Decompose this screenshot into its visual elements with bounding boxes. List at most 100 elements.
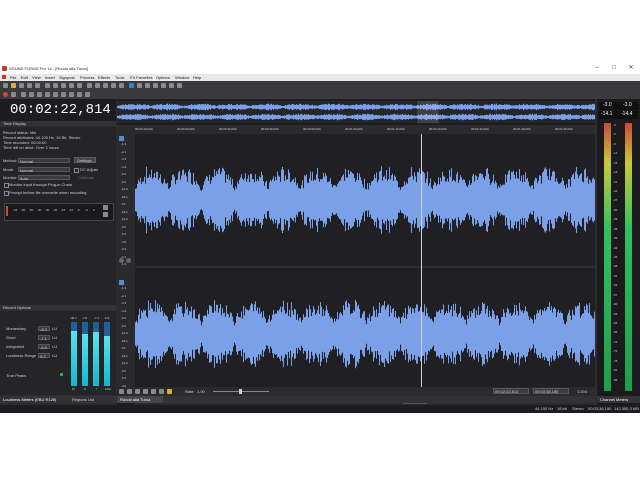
- paste-icon[interactable]: [61, 83, 66, 88]
- wnd-scrub-icon[interactable]: [167, 389, 172, 394]
- playback-cursor[interactable]: [421, 134, 422, 400]
- method-select[interactable]: Normal: [18, 158, 70, 164]
- overview-waveform: [117, 103, 595, 121]
- meter-reset-icon[interactable]: [103, 205, 108, 210]
- close-button[interactable]: ✕: [626, 65, 636, 72]
- loudness-col-head-s: -7.8: [82, 316, 88, 320]
- record-scale-label: -6: [77, 208, 80, 212]
- magnify-tool-icon[interactable]: [95, 83, 100, 88]
- document-tab[interactable]: Rondo alla Turca: [117, 396, 163, 403]
- channel-meter-scale-label: -69: [613, 330, 618, 335]
- repeat-icon[interactable]: [119, 83, 124, 88]
- meter-options-icon[interactable]: [103, 212, 108, 217]
- edit-tool-icon[interactable]: [87, 83, 92, 88]
- trim-icon[interactable]: [77, 83, 82, 88]
- wnd-play-icon[interactable]: [135, 389, 140, 394]
- menu-window[interactable]: Window: [175, 75, 189, 80]
- undo-icon[interactable]: [103, 83, 108, 88]
- menu-help[interactable]: Help: [193, 75, 201, 80]
- time-display-tab[interactable]: Time Display: [0, 121, 116, 126]
- wnd-loop-icon[interactable]: [127, 389, 132, 394]
- wnd-stop-icon[interactable]: [143, 389, 148, 394]
- save-icon[interactable]: [19, 83, 24, 88]
- calibrate-button[interactable]: Calibrate: [78, 175, 94, 180]
- overview-view-region[interactable]: [417, 101, 439, 123]
- time-ruler[interactable]: 00:00:10,000 00:00:20,000 00:00:30,000 00:0…: [117, 125, 595, 134]
- wnd-rewind-icon[interactable]: [151, 389, 156, 394]
- channel-meters-tab[interactable]: Channel Meters: [597, 396, 640, 403]
- zoom-out-icon[interactable]: [145, 83, 150, 88]
- menu-effects[interactable]: Effects: [98, 75, 110, 80]
- go-start-icon[interactable]: [53, 92, 58, 97]
- db-scale-label: -4.6: [121, 308, 127, 313]
- new-icon[interactable]: [3, 83, 8, 88]
- overview-bar[interactable]: [117, 101, 595, 123]
- loudness-range-field: 9.2: [38, 353, 50, 359]
- wnd-forward-icon[interactable]: [159, 389, 164, 394]
- minimize-button[interactable]: –: [592, 65, 602, 72]
- menu-insert[interactable]: Insert: [45, 75, 55, 80]
- channel-meter-scale-label: -6: [613, 132, 616, 137]
- copy-icon[interactable]: [53, 83, 58, 88]
- save-as-icon[interactable]: [27, 83, 32, 88]
- pause-icon[interactable]: [37, 92, 42, 97]
- monitor-label: Monitor:: [3, 175, 18, 180]
- db-scale-label: -12.0: [121, 331, 128, 335]
- maximize-button[interactable]: □: [609, 65, 619, 72]
- redo-icon[interactable]: [111, 83, 116, 88]
- channel-meter-scale-label: -33: [613, 217, 618, 222]
- settings-button[interactable]: Settings...: [74, 157, 96, 163]
- rate-slider-thumb[interactable]: [239, 389, 242, 394]
- menu-fx-favorites[interactable]: FX Favorites: [130, 75, 153, 80]
- tab-regions-list[interactable]: Regions List: [72, 397, 94, 402]
- mark-icon[interactable]: [161, 83, 166, 88]
- open-folder-icon[interactable]: [11, 83, 16, 88]
- waveform-display[interactable]: [135, 134, 595, 400]
- db-scale-label: -12.0: [121, 187, 128, 191]
- db-scale-label: -3.3: [121, 247, 127, 251]
- menu-process[interactable]: Process: [80, 75, 94, 80]
- plugin-chain-icon[interactable]: [177, 83, 182, 88]
- forward-icon[interactable]: [69, 92, 74, 97]
- menu-options[interactable]: Options: [156, 75, 170, 80]
- zoom-in-icon[interactable]: [137, 83, 142, 88]
- channel-meter-scale-label: -39: [613, 236, 618, 241]
- channel-meter-scale-label: -48: [613, 264, 618, 269]
- wnd-record-icon[interactable]: [119, 389, 124, 394]
- loop-icon[interactable]: [11, 92, 16, 97]
- channel-meter-scale-label: -36: [613, 226, 618, 231]
- menu-signpost[interactable]: Signpost: [59, 75, 75, 80]
- channel-1-select-icon[interactable]: [119, 136, 124, 141]
- record-icon[interactable]: [3, 92, 8, 97]
- monitor-select[interactable]: Auto: [18, 175, 70, 181]
- scrub-icon[interactable]: [153, 83, 158, 88]
- channel-2-select-icon[interactable]: [119, 280, 124, 285]
- menu-file[interactable]: File: [10, 75, 16, 80]
- record-scale-label: -3: [85, 208, 88, 212]
- right-channel-meter-bar: [625, 123, 632, 391]
- go-end-icon[interactable]: [77, 92, 82, 97]
- play-icon[interactable]: [29, 92, 34, 97]
- db-scale-label: -1.3: [121, 286, 127, 290]
- render-icon[interactable]: [35, 83, 40, 88]
- record-options-tab[interactable]: Record Options: [0, 305, 116, 310]
- menu-edit[interactable]: Edit: [21, 75, 28, 80]
- db-scale-label: -6.0: [121, 232, 127, 236]
- waveform-path: [135, 166, 595, 234]
- fit-channel-1-icon[interactable]: [126, 258, 131, 263]
- menu-tools[interactable]: Tools: [115, 75, 124, 80]
- zoom-channel-1-icon[interactable]: [119, 258, 124, 263]
- menu-view[interactable]: View: [32, 75, 41, 80]
- play-all-icon[interactable]: [21, 92, 26, 97]
- rewind-icon[interactable]: [61, 92, 66, 97]
- tab-loudness-meters[interactable]: Loudness Meters (EBU R128): [3, 397, 56, 402]
- next-marker-icon[interactable]: [85, 92, 90, 97]
- region-icon[interactable]: [169, 83, 174, 88]
- mode-select[interactable]: Normal: [18, 167, 70, 173]
- snap-icon[interactable]: [129, 83, 134, 88]
- dc-adjust-checkbox[interactable]: [74, 168, 79, 173]
- channel-meter-scale: -3 -6 -9 -12 -15 -18 -21 -24 -27 -30 -33 -36 -39 -42 -…: [612, 123, 625, 391]
- mix-icon[interactable]: [69, 83, 74, 88]
- cut-icon[interactable]: [45, 83, 50, 88]
- stop-icon[interactable]: [45, 92, 50, 97]
